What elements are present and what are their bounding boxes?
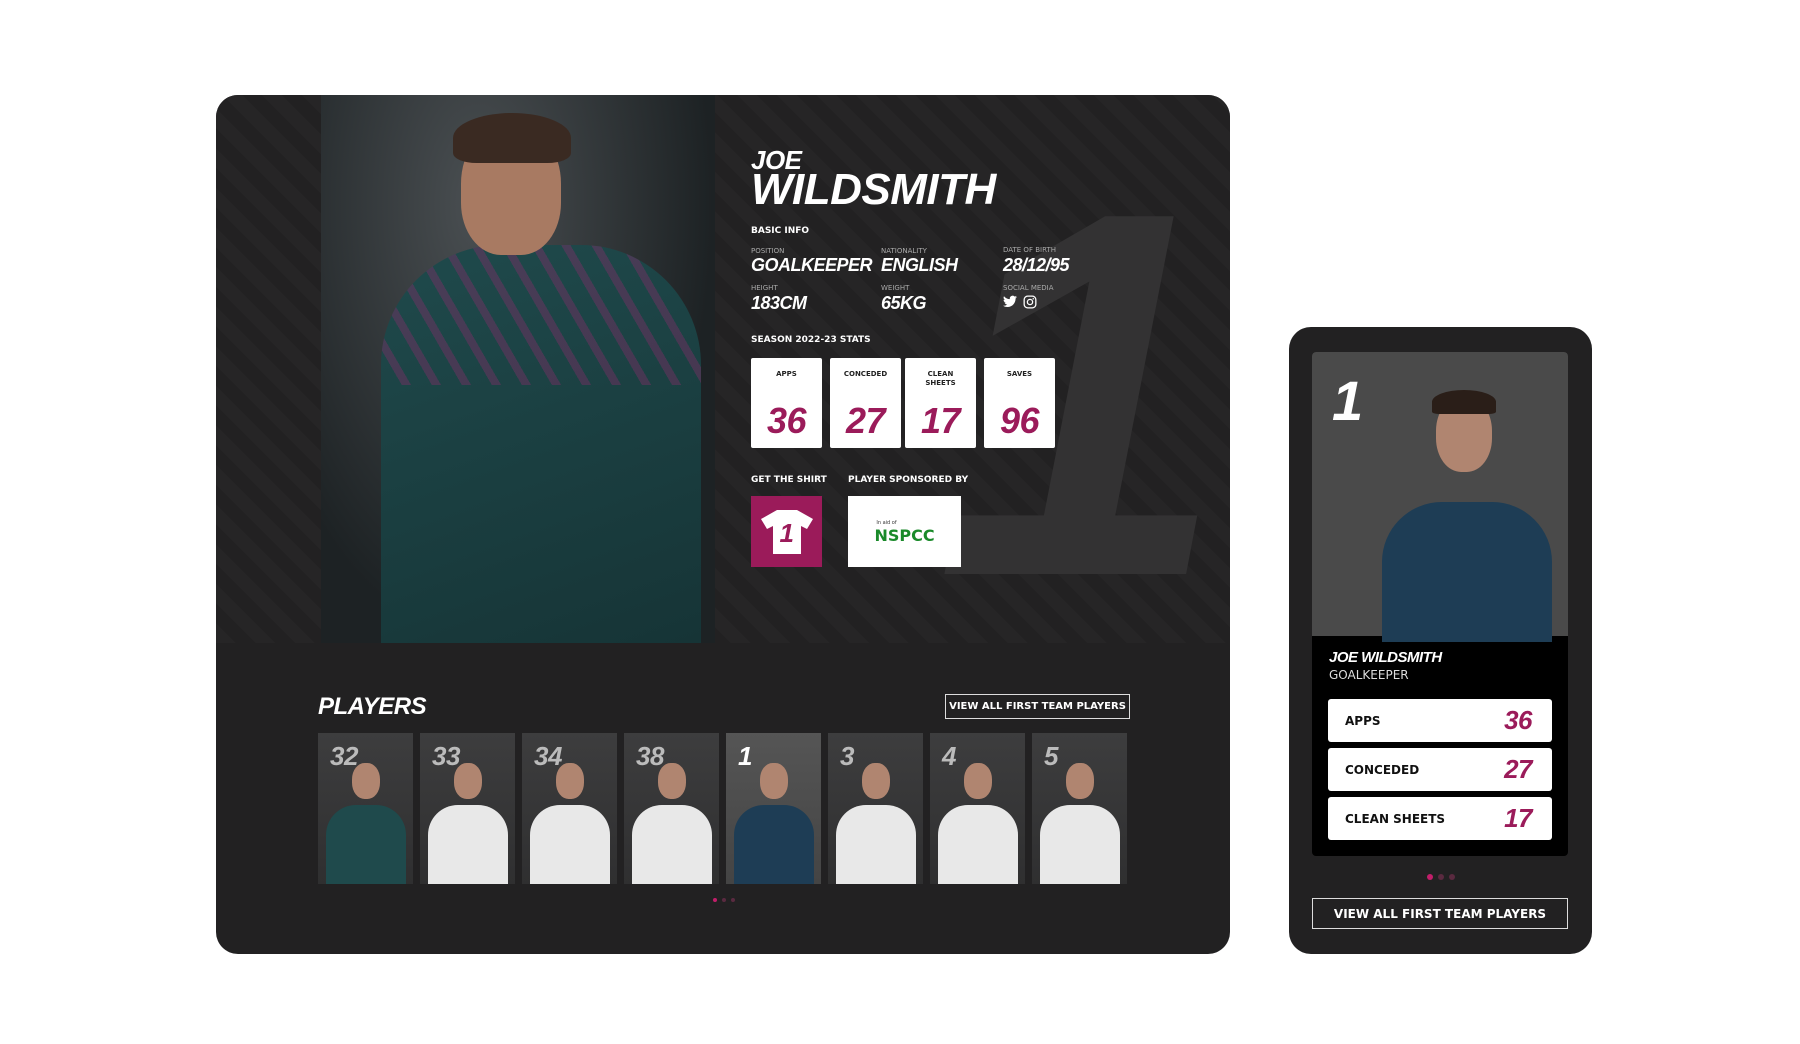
position-value: GOALKEEPER [751,255,873,275]
player-profile-mobile: 1 JOE WILDSMITH GOALKEEPER APPS 36 CONCED… [1289,327,1592,954]
weight-label: WEIGHT [881,284,910,292]
stat-saves: SAVES 96 [984,358,1055,448]
stat-row-conceded: CONCEDED 27 [1328,748,1552,791]
stats-heading: SEASON 2022-23 STATS [751,335,871,345]
view-all-players-button[interactable]: VIEW ALL FIRST TEAM PLAYERS [945,694,1130,719]
get-shirt-label: GET THE SHIRT [751,475,827,485]
nationality-value: ENGLISH [881,255,958,275]
player-thumbnail[interactable]: 4 [930,733,1025,884]
player-number: 32 [330,741,358,771]
player-thumbnail[interactable]: 32 [318,733,413,884]
height-value: 183CM [751,293,807,313]
sponsor-label: PLAYER SPONSORED BY [848,475,969,485]
player-number: 1 [738,741,752,771]
players-heading: PLAYERS [318,693,427,720]
carousel-dot[interactable] [731,898,735,902]
player-photo: 1 [1312,352,1568,642]
player-number: 1 [1332,369,1363,432]
player-profile-desktop: 1 JOE WILDSMITH BASIC INFO POSITION GOAL… [216,95,1230,954]
stat-row-clean-sheets: CLEAN SHEETS 17 [1328,797,1552,840]
nationality-label: NATIONALITY [881,247,927,255]
height-label: HEIGHT [751,284,778,292]
dob-value: 28/12/95 [1003,255,1070,275]
player-carousel: 32 33 34 38 1 3 4 5 [318,733,1127,884]
dob-label: DATE OF BIRTH [1003,246,1056,254]
carousel-dot[interactable] [722,898,726,902]
position-label: POSITION [751,247,785,255]
player-thumbnail[interactable]: 3 [828,733,923,884]
player-thumbnail[interactable]: 5 [1032,733,1127,884]
player-number: 3 [840,741,854,771]
player-number: 38 [636,741,664,771]
player-thumbnail[interactable]: 34 [522,733,617,884]
carousel-dots [713,898,735,902]
weight-value: 65KG [881,293,927,313]
hero-section: 1 JOE WILDSMITH BASIC INFO POSITION GOAL… [216,95,1230,655]
carousel-dot[interactable] [1427,874,1433,880]
carousel-dots [1427,874,1455,880]
stat-row-apps: APPS 36 [1328,699,1552,742]
basic-info-heading: BASIC INFO [751,226,810,236]
shirt-button[interactable]: 1 [751,496,822,567]
stat-apps: APPS 36 [751,358,822,448]
player-thumbnail[interactable]: 33 [420,733,515,884]
player-card[interactable]: 1 JOE WILDSMITH GOALKEEPER APPS 36 CONCED… [1312,352,1568,856]
view-all-players-button[interactable]: VIEW ALL FIRST TEAM PLAYERS [1312,898,1568,929]
player-photo [321,95,715,643]
social-label: SOCIAL MEDIA [1003,284,1054,292]
twitter-icon[interactable] [1003,295,1017,308]
player-number: 34 [534,741,562,771]
carousel-dot[interactable] [713,898,717,902]
player-thumbnail[interactable]: 1 [726,733,821,884]
carousel-dot[interactable] [1438,874,1444,880]
player-name: JOE WILDSMITH [1329,649,1442,666]
player-position: GOALKEEPER [1329,668,1409,682]
last-name: WILDSMITH [751,165,996,214]
carousel-dot[interactable] [1449,874,1455,880]
player-thumbnail[interactable]: 38 [624,733,719,884]
player-number: 5 [1044,741,1058,771]
stat-conceded: CONCEDED 27 [830,358,901,448]
stat-clean-sheets: CLEAN SHEETS 17 [905,358,976,448]
sponsor-logo[interactable]: In aid of NSPCC [848,496,961,567]
shirt-icon: 1 [759,508,815,556]
instagram-icon[interactable] [1023,295,1037,309]
player-number: 4 [942,741,956,771]
player-number: 33 [432,741,460,771]
